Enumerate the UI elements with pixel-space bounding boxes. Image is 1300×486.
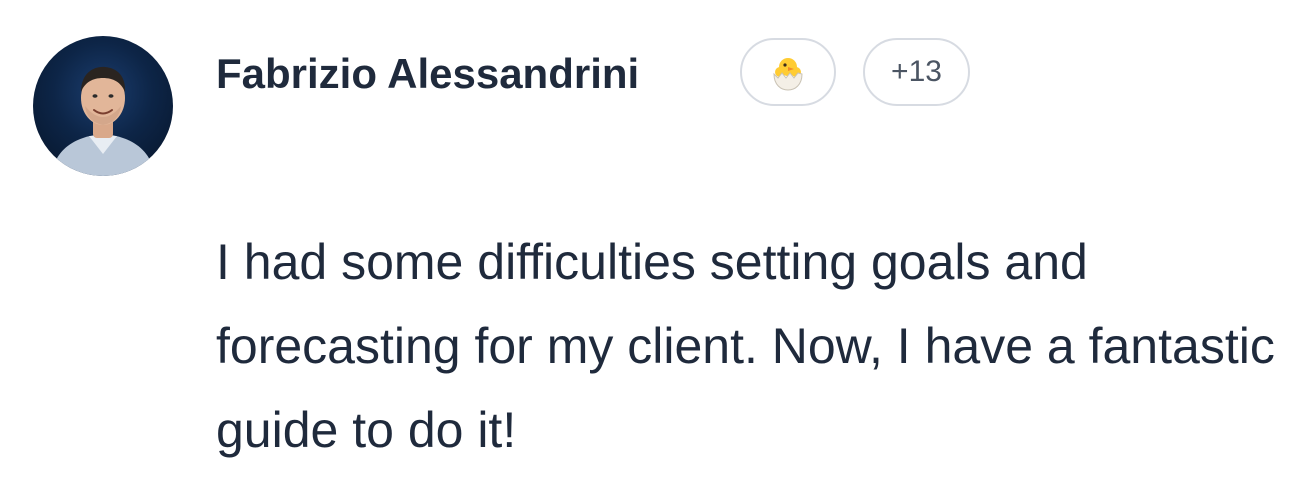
comment-body: I had some difficulties setting goals an… — [216, 234, 1275, 458]
author-avatar[interactable] — [33, 36, 173, 176]
user-photo-avatar-icon — [51, 66, 155, 176]
reaction-count-badge[interactable]: +13 — [863, 38, 970, 106]
author-name[interactable]: Fabrizio Alessandrini — [216, 46, 639, 102]
hatching-chick-icon — [773, 58, 803, 91]
member-badge[interactable] — [740, 38, 836, 106]
